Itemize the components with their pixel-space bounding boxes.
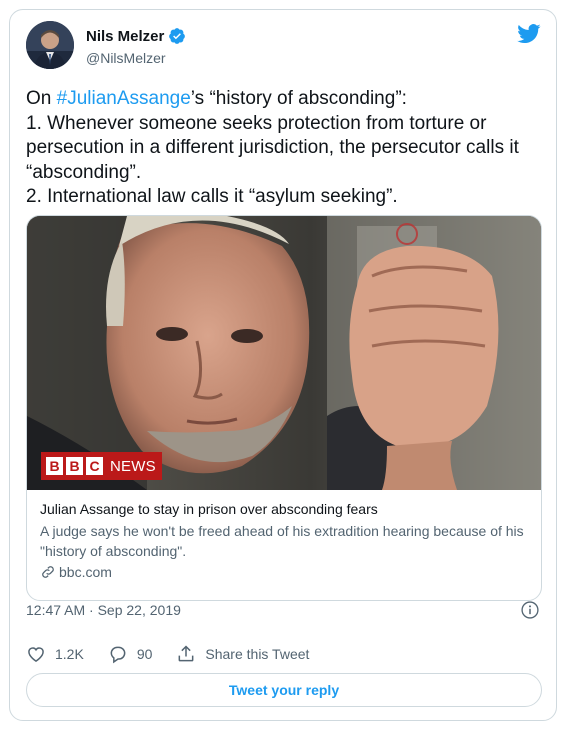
avatar-photo bbox=[26, 21, 74, 69]
bbc-logo-letter: B bbox=[66, 457, 83, 475]
like-count: 1.2K bbox=[55, 646, 84, 662]
tweet-your-reply-button[interactable]: Tweet your reply bbox=[26, 673, 542, 707]
share-label: Share this Tweet bbox=[205, 646, 310, 662]
author-handle[interactable]: @NilsMelzer bbox=[86, 50, 166, 66]
bbc-news-logo: B B C NEWS bbox=[41, 452, 162, 480]
link-preview-meta: Julian Assange to stay in prison over ab… bbox=[40, 500, 530, 580]
avatar[interactable] bbox=[26, 21, 74, 69]
link-icon bbox=[42, 566, 54, 578]
tweet-timestamp[interactable]: 12:47 AM · Sep 22, 2019 bbox=[26, 602, 181, 618]
tweet-text-prefix: On bbox=[26, 88, 57, 109]
author-name-text: Nils Melzer bbox=[86, 27, 165, 45]
info-icon[interactable] bbox=[520, 600, 540, 620]
twitter-bird-icon[interactable] bbox=[517, 24, 541, 44]
tweet-text: On #JulianAssange’s “history of abscondi… bbox=[26, 87, 546, 210]
bbc-logo-letter: B bbox=[46, 457, 63, 475]
share-icon bbox=[178, 645, 194, 662]
reply-bubble-icon bbox=[110, 646, 126, 664]
link-preview-image[interactable]: B B C NEWS bbox=[27, 216, 541, 490]
heart-icon bbox=[28, 647, 44, 662]
reply-count-button[interactable]: 90 bbox=[108, 644, 153, 664]
tweet-actions: 1.2K 90 Share this Tweet bbox=[26, 644, 333, 664]
link-domain[interactable]: bbc.com bbox=[40, 564, 530, 580]
reply-count: 90 bbox=[136, 646, 153, 662]
verified-badge-icon bbox=[169, 28, 186, 44]
like-button[interactable]: 1.2K bbox=[26, 644, 84, 664]
link-preview-card[interactable]: B B C NEWS Julian Assange to stay in pri… bbox=[26, 215, 542, 601]
tweet-card: Nils Melzer @NilsMelzer On #JulianAssang… bbox=[9, 9, 557, 721]
author-name[interactable]: Nils Melzer bbox=[86, 27, 186, 45]
link-domain-text: bbc.com bbox=[59, 564, 112, 580]
link-description: A judge says he won't be freed ahead of … bbox=[40, 523, 524, 559]
hashtag-link[interactable]: #JulianAssange bbox=[57, 88, 191, 109]
share-button[interactable]: Share this Tweet bbox=[176, 644, 309, 664]
bbc-logo-letter: C bbox=[86, 457, 103, 475]
link-title[interactable]: Julian Assange to stay in prison over ab… bbox=[40, 500, 530, 519]
bbc-logo-word: NEWS bbox=[110, 457, 156, 475]
article-photo bbox=[27, 216, 541, 490]
